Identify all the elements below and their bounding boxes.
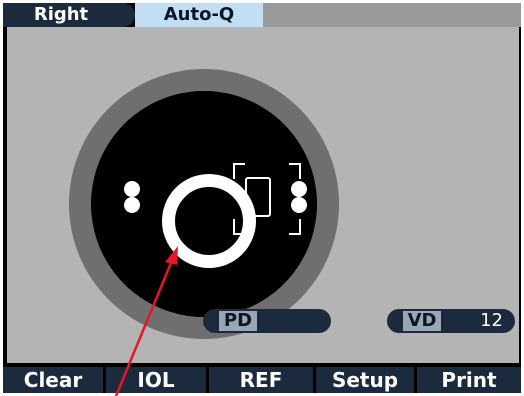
ref-button[interactable]: REF xyxy=(209,367,313,393)
clear-button[interactable]: Clear xyxy=(3,367,103,393)
eye-side-tab[interactable]: Right xyxy=(3,3,135,27)
measurement-panel: PD VD 12 xyxy=(7,27,519,363)
focus-target-box xyxy=(245,177,271,217)
right-reflection-dot-bottom xyxy=(291,197,307,213)
iol-button[interactable]: IOL xyxy=(106,367,206,393)
focus-bracket-bottom-right xyxy=(289,219,301,235)
device-screen: Right Auto-Q PD VD 12 Clear IOL REF Setu… xyxy=(3,3,521,393)
vd-value: 12 xyxy=(480,310,503,331)
left-reflection-dot-top xyxy=(124,181,140,197)
focus-bracket-top-left xyxy=(233,163,245,179)
left-reflection-dot-bottom xyxy=(124,197,140,213)
mode-tab[interactable]: Auto-Q xyxy=(135,3,263,27)
setup-button[interactable]: Setup xyxy=(316,367,414,393)
pd-label: PD xyxy=(219,311,257,331)
pd-readout: PD xyxy=(203,309,331,333)
header-bar-filler xyxy=(263,3,521,27)
right-reflection-dot-top xyxy=(291,181,307,197)
vd-label: VD xyxy=(403,311,441,331)
print-button[interactable]: Print xyxy=(417,367,521,393)
focus-bracket-top-right xyxy=(289,163,301,179)
vd-readout: VD 12 xyxy=(387,309,515,333)
focus-bracket-bottom-left xyxy=(233,219,245,235)
